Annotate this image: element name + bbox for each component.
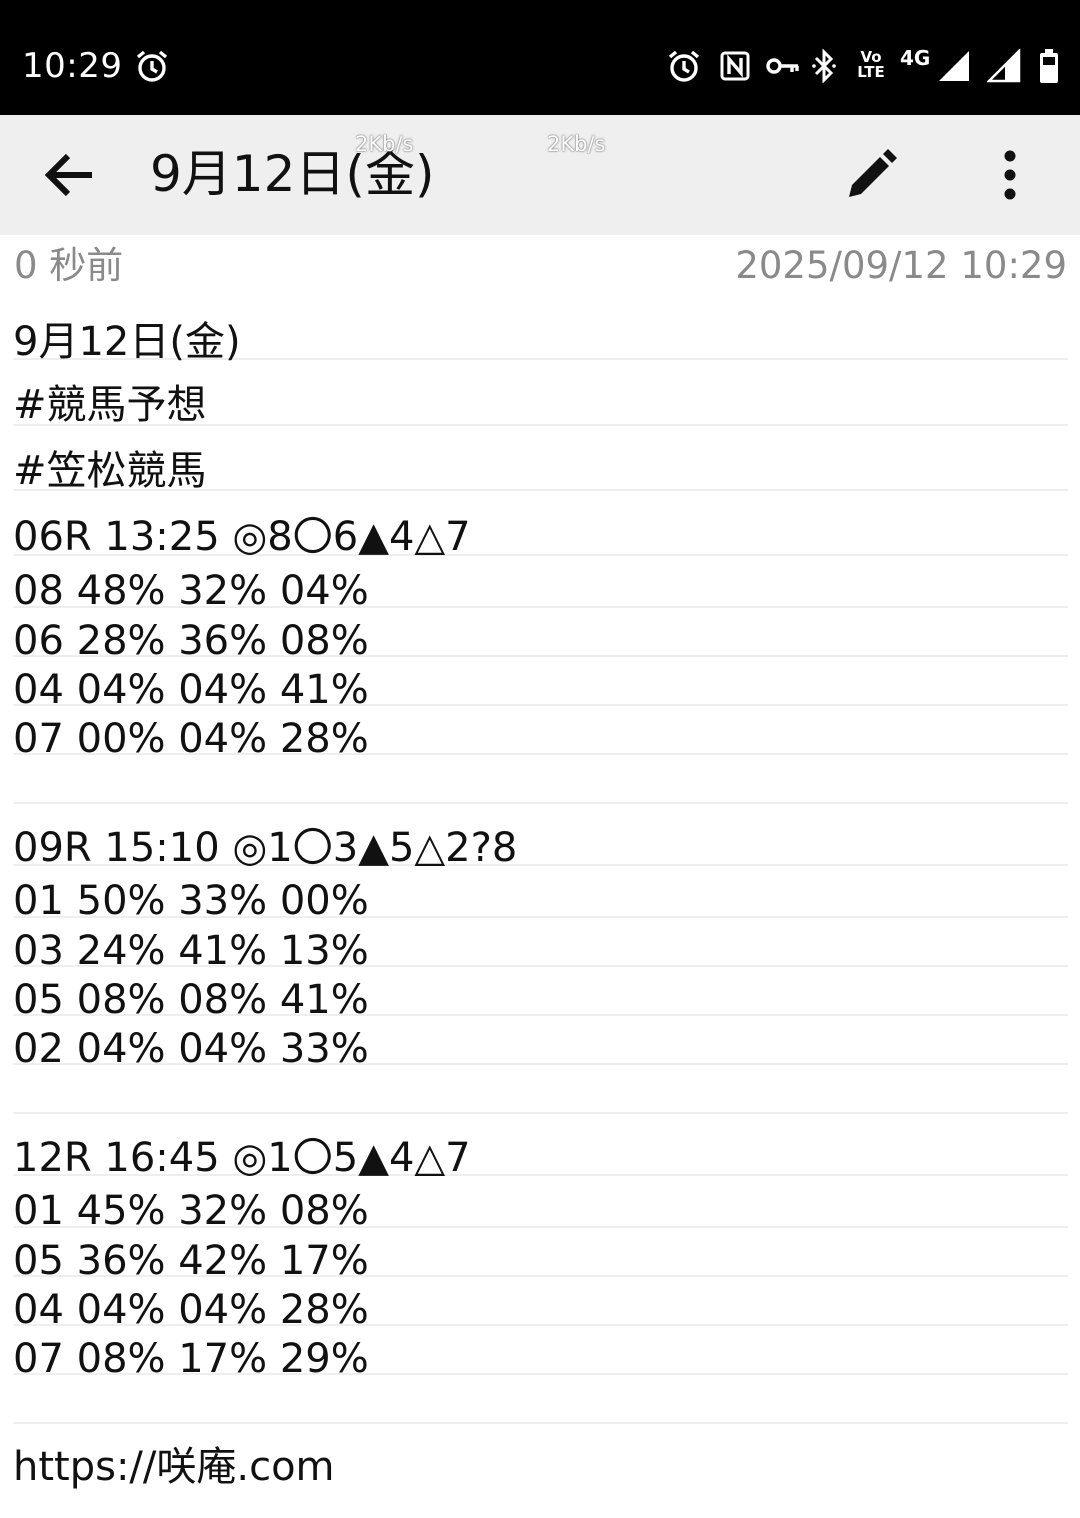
note-line[interactable]: 05 08% 08% 41% (13, 967, 1068, 1023)
network-speed-overlay: 2Kb/s (547, 132, 606, 156)
note-line[interactable]: 09R 15:10 ◎1〇3▲5△2?8 (13, 804, 1068, 871)
note-line[interactable]: #笠松競馬 (13, 426, 1068, 494)
note-link-line[interactable]: https://咲庵.com (13, 1424, 1068, 1496)
status-time: 10:29 (22, 46, 123, 86)
note-line[interactable]: #競馬予想 (13, 360, 1068, 428)
note-line[interactable]: 05 36% 42% 17% (13, 1228, 1068, 1284)
status-bar: 10:29 Vo LTE 4G (0, 0, 1080, 115)
note-line[interactable]: 04 04% 04% 28% (13, 1277, 1068, 1333)
note-line[interactable]: 06R 13:25 ◎8〇6▲4△7 (13, 491, 1068, 560)
more-options-button[interactable] (980, 140, 1040, 210)
note-line[interactable] (13, 755, 1068, 804)
website-link[interactable]: https://咲庵.com (13, 1424, 335, 1510)
network-type-label: 4G (900, 46, 931, 70)
more-vert-icon (1004, 150, 1016, 200)
note-line[interactable] (13, 1065, 1068, 1114)
edit-button[interactable] (836, 140, 906, 210)
note-line[interactable]: 06 28% 36% 08% (13, 608, 1068, 664)
alarm-icon (664, 44, 704, 88)
network-speed-overlay: 2Kb/s (355, 132, 414, 156)
alarm-icon (132, 44, 172, 88)
note-line[interactable]: 07 00% 04% 28% (13, 706, 1068, 762)
note-line[interactable]: 01 45% 32% 08% (13, 1176, 1068, 1234)
note-line[interactable]: 02 04% 04% 33% (13, 1016, 1068, 1072)
pencil-icon (849, 149, 897, 197)
note-line[interactable]: 07 08% 17% 29% (13, 1326, 1068, 1382)
app-bar: 9月12日(金) 2Kb/s 2Kb/s (0, 115, 1080, 235)
note-line[interactable] (13, 1375, 1068, 1424)
note-line[interactable]: 12R 16:45 ◎1〇5▲4△7 (13, 1114, 1068, 1181)
signal-icon (986, 44, 1022, 88)
volte-icon: Vo LTE (852, 50, 890, 80)
arrow-back-icon (44, 153, 92, 197)
note-line[interactable]: 01 50% 33% 00% (13, 866, 1068, 924)
note-line[interactable]: 03 24% 41% 13% (13, 918, 1068, 974)
relative-time: 0 秒前 (14, 244, 124, 287)
battery-icon (1034, 44, 1064, 88)
nfc-icon (716, 44, 754, 88)
back-button[interactable] (30, 140, 110, 210)
signal-icon (936, 44, 972, 88)
volte-bottom-label: LTE (857, 63, 885, 81)
bluetooth-icon (808, 44, 840, 88)
note-timestamp: 2025/09/12 10:29 (735, 244, 1067, 287)
note-line[interactable]: 04 04% 04% 41% (13, 657, 1068, 713)
vpn-key-icon (764, 44, 802, 88)
note-line[interactable]: 08 48% 32% 04% (13, 556, 1068, 614)
note-line[interactable]: 9月12日(金) (13, 316, 1068, 365)
